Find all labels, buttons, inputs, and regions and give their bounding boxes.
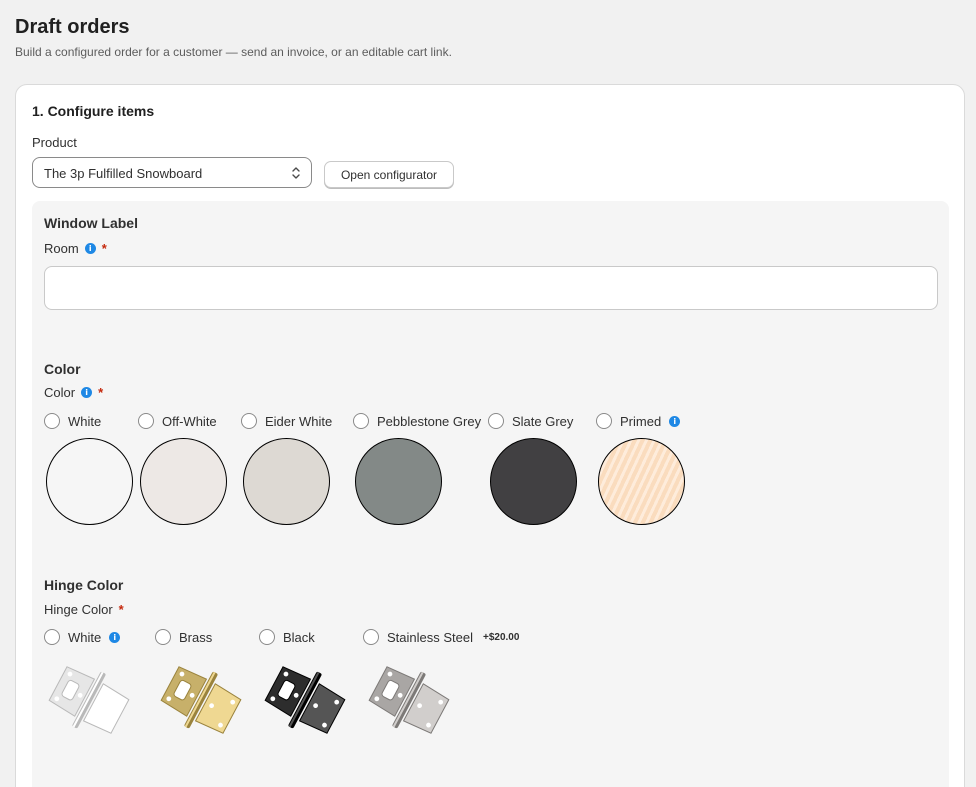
color-label-text: Color	[44, 385, 76, 400]
option-label: Pebblestone Grey	[377, 413, 482, 429]
white-hinge-icon[interactable]	[44, 659, 134, 741]
option-label: Eider White	[265, 413, 333, 429]
required-mark: *	[98, 385, 104, 400]
hinge-option-stainless-steel[interactable]: Stainless Steel +$20.00	[363, 629, 519, 645]
radio-button[interactable]	[259, 629, 275, 645]
brass-hinge-icon[interactable]	[156, 659, 246, 741]
radio-button[interactable]	[155, 629, 171, 645]
info-icon[interactable]: i	[81, 387, 93, 398]
color-swatch-slate-grey[interactable]	[490, 438, 577, 525]
select-chevron-icon	[292, 167, 300, 179]
radio-button[interactable]	[596, 413, 612, 429]
radio-button[interactable]	[44, 629, 60, 645]
option-label: Primed	[620, 413, 662, 429]
color-option-eider-white[interactable]: Eider White	[241, 413, 332, 429]
color-option-white[interactable]: White	[44, 413, 101, 429]
option-label: Stainless Steel	[387, 629, 473, 645]
info-icon[interactable]: i	[109, 631, 121, 643]
product-select-value: The 3p Fulfilled Snowboard	[44, 166, 203, 181]
color-option-pebblestone-grey[interactable]: Pebblestone Grey	[353, 413, 481, 429]
open-configurator-button[interactable]: Open configurator	[324, 161, 454, 188]
color-option-off-white[interactable]: Off-White	[138, 413, 217, 429]
color-swatch-eider-white[interactable]	[243, 438, 330, 525]
color-swatch-off-white[interactable]	[140, 438, 227, 525]
option-label: White	[68, 629, 102, 645]
page-title: Draft orders	[15, 16, 130, 38]
info-icon[interactable]: i	[669, 415, 681, 427]
product-select[interactable]: The 3p Fulfilled Snowboard	[32, 157, 312, 188]
hinge-color-section-title: Hinge Color	[44, 577, 124, 593]
option-label: White	[68, 413, 102, 429]
radio-button[interactable]	[353, 413, 369, 429]
color-swatch-pebblestone-grey[interactable]	[355, 438, 442, 525]
product-label: Product	[32, 135, 77, 150]
info-icon[interactable]: i	[84, 243, 96, 254]
hinge-color-field-label: Hinge Color *	[44, 602, 124, 617]
color-section-title: Color	[44, 361, 81, 377]
option-label: Off-White	[162, 413, 217, 429]
color-swatch-primed[interactable]	[598, 438, 685, 525]
black-hinge-icon[interactable]	[260, 659, 350, 741]
option-label: Black	[283, 629, 315, 645]
color-swatch-white[interactable]	[46, 438, 133, 525]
option-label: Brass	[179, 629, 213, 645]
radio-button[interactable]	[488, 413, 504, 429]
hinge-color-label-text: Hinge Color	[44, 602, 113, 617]
color-field-label: Color i *	[44, 385, 103, 400]
color-option-slate-grey[interactable]: Slate Grey	[488, 413, 573, 429]
option-label: Slate Grey	[512, 413, 574, 429]
radio-button[interactable]	[241, 413, 257, 429]
color-option-primed[interactable]: Primed i	[596, 413, 681, 429]
price-badge: +$20.00	[483, 631, 520, 643]
required-mark: *	[118, 602, 124, 617]
room-input[interactable]	[44, 266, 938, 310]
hinge-option-black[interactable]: Black	[259, 629, 315, 645]
hinge-option-brass[interactable]: Brass	[155, 629, 212, 645]
page-subtitle: Build a configured order for a customer …	[15, 45, 452, 59]
required-mark: *	[101, 241, 107, 256]
room-field-label: Room i *	[44, 241, 107, 256]
card-title: 1. Configure items	[32, 103, 155, 119]
configure-items-card: 1. Configure items Product The 3p Fulfil…	[15, 84, 965, 787]
radio-button[interactable]	[44, 413, 60, 429]
room-label-text: Room	[44, 241, 79, 256]
window-label-section-title: Window Label	[44, 215, 138, 231]
options-panel: Window Label Room i * Color Color i * Wh…	[32, 201, 949, 787]
radio-button[interactable]	[363, 629, 379, 645]
stainless-steel-hinge-icon[interactable]	[364, 659, 454, 741]
hinge-option-white[interactable]: White i	[44, 629, 121, 645]
radio-button[interactable]	[138, 413, 154, 429]
